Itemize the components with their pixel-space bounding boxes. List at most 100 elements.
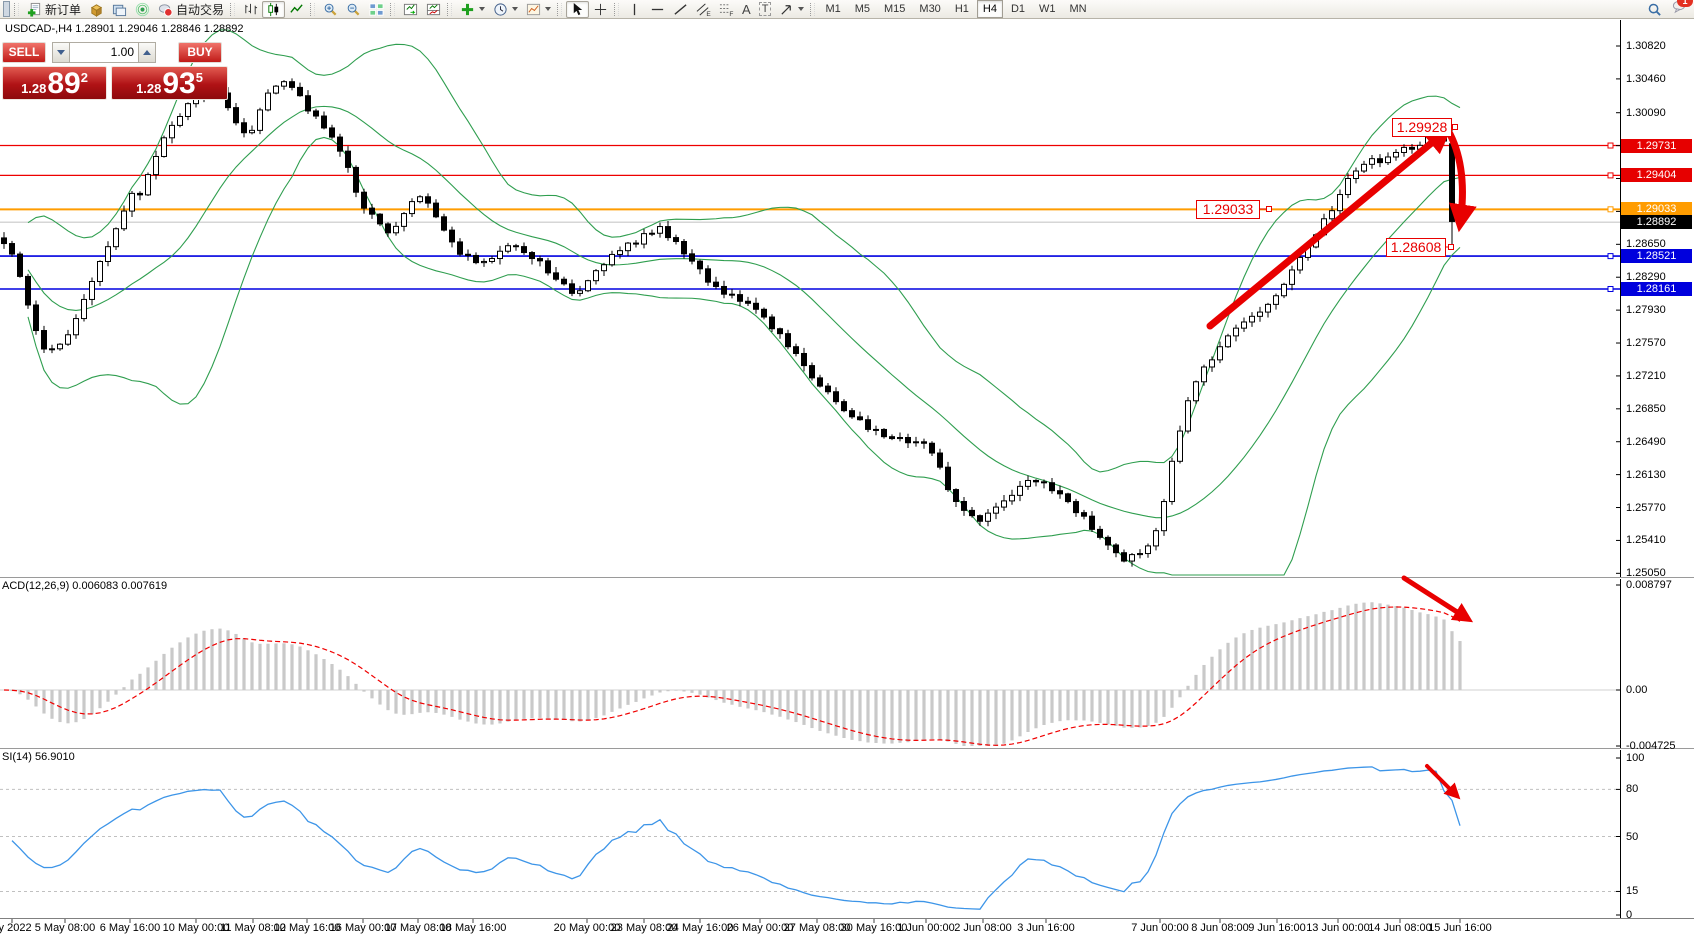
trendline-button[interactable] <box>669 1 692 18</box>
horizontal-price-lines <box>0 143 1620 291</box>
timeframe-mn[interactable]: MN <box>1064 0 1093 18</box>
text-icon: A <box>742 2 751 17</box>
clipped-icon <box>3 1 10 17</box>
autotrade-icon <box>158 2 173 17</box>
timeframe-m30[interactable]: M30 <box>913 0 946 18</box>
new-order-icon <box>27 2 42 17</box>
indicator-window-icon <box>403 2 418 17</box>
sell-price-sup: 2 <box>81 70 88 85</box>
candlestick-chart-button[interactable] <box>262 1 285 18</box>
rsi-line <box>12 767 1460 909</box>
volume-input[interactable]: 1.00 <box>70 42 138 63</box>
timeframe-h4[interactable]: H4 <box>977 0 1003 18</box>
toolbar-grip[interactable] <box>14 3 19 16</box>
toolbar-grip[interactable] <box>390 3 395 16</box>
chevron-down-icon <box>545 7 551 11</box>
timeframe-d1[interactable]: D1 <box>1005 0 1031 18</box>
chat-button[interactable]: 1 <box>1672 0 1687 19</box>
new-order-button[interactable]: 新订单 <box>23 1 85 18</box>
line-chart-button[interactable] <box>285 1 308 18</box>
toolbar-grip[interactable] <box>614 3 619 16</box>
signals-button[interactable] <box>131 1 154 18</box>
sell-price-big: 89 <box>47 71 80 96</box>
candles-layer <box>2 78 1463 566</box>
buy-button[interactable]: BUY <box>178 42 222 63</box>
chart-title: USDCAD-,H4 1.28901 1.29046 1.28846 1.288… <box>5 23 244 35</box>
cursor-button[interactable] <box>566 1 589 18</box>
zoom-out-button[interactable] <box>342 1 365 18</box>
trendline-icon <box>673 2 688 17</box>
timeframe-m5[interactable]: M5 <box>849 0 876 18</box>
new-order-label: 新订单 <box>45 1 81 18</box>
macd-signal-line <box>4 607 1460 745</box>
add-indicator-icon <box>460 2 475 17</box>
toolbar-grip[interactable] <box>557 3 562 16</box>
equidistant-channel-button[interactable]: E <box>692 1 715 18</box>
svg-text:E: E <box>706 11 711 17</box>
indicator-window-button[interactable] <box>399 1 422 18</box>
terminal-window: 新订单 自动交易 <box>0 0 1694 938</box>
volume-decrease-button[interactable] <box>52 42 70 63</box>
crosshair-button[interactable] <box>589 1 612 18</box>
timeframe-w1[interactable]: W1 <box>1033 0 1062 18</box>
fibonacci-button[interactable]: F <box>715 1 738 18</box>
fibonacci-icon: F <box>719 2 734 17</box>
timeframe-m1[interactable]: M1 <box>819 0 846 18</box>
horizontal-line-icon <box>650 2 665 17</box>
tile-windows-button[interactable] <box>365 1 388 18</box>
volume-increase-button[interactable] <box>138 42 156 63</box>
buy-price-panel[interactable]: 1.28 93 5 <box>111 66 228 100</box>
search-button[interactable] <box>1643 1 1666 18</box>
text-button[interactable]: A <box>738 1 755 18</box>
timeframe-m15[interactable]: M15 <box>878 0 911 18</box>
profile-button[interactable] <box>108 1 131 18</box>
sell-button[interactable]: SELL <box>2 42 46 63</box>
period-button[interactable] <box>489 1 522 18</box>
rsi-label: SI(14) 56.9010 <box>2 751 75 763</box>
annotation-arrows <box>1210 125 1468 797</box>
template-icon <box>526 2 541 17</box>
svg-text:F: F <box>729 11 733 17</box>
market-cube-icon <box>89 2 104 17</box>
macd-histogram <box>4 602 1460 746</box>
sell-price-panel[interactable]: 1.28 89 2 <box>2 66 107 100</box>
autotrade-button[interactable]: 自动交易 <box>154 1 228 18</box>
price-chart-canvas[interactable] <box>0 0 1694 938</box>
one-click-trading-widget: SELL 1.00 BUY 1.28 89 2 1.28 93 5 <box>2 42 228 100</box>
timeframe-h1[interactable]: H1 <box>949 0 975 18</box>
market-button[interactable] <box>85 1 108 18</box>
search-icon <box>1647 2 1662 17</box>
timeframe-toolbar: M1M5M15M30H1H4D1W1MN <box>819 0 1092 18</box>
shapes-button[interactable] <box>775 1 808 18</box>
bollinger-bands <box>28 30 1460 575</box>
equidistant-channel-icon: E <box>696 2 711 17</box>
cursor-icon <box>570 2 585 17</box>
candlestick-chart-icon <box>266 2 281 17</box>
chevron-down-icon <box>57 50 65 55</box>
profile-window-icon <box>112 2 127 17</box>
vertical-line-button[interactable] <box>623 1 646 18</box>
crosshair-icon <box>593 2 608 17</box>
chevron-up-icon <box>143 50 151 55</box>
horizontal-line-button[interactable] <box>646 1 669 18</box>
signal-icon <box>135 2 150 17</box>
zoom-in-icon <box>323 2 338 17</box>
autotrade-label: 自动交易 <box>176 1 224 18</box>
tile-windows-icon <box>369 2 384 17</box>
sell-price-small: 1.28 <box>21 81 46 96</box>
toolbar-grip[interactable] <box>230 3 235 16</box>
chevron-down-icon <box>479 7 485 11</box>
toolbar-grip[interactable] <box>447 3 452 16</box>
line-chart-icon <box>289 2 304 17</box>
indicator-subwindow-icon <box>426 2 441 17</box>
bar-chart-button[interactable] <box>239 1 262 18</box>
toolbar-grip[interactable] <box>310 3 315 16</box>
text-label-button[interactable]: T <box>755 1 776 18</box>
zoom-in-button[interactable] <box>319 1 342 18</box>
add-indicator-button[interactable] <box>456 1 489 18</box>
toolbar-grip[interactable] <box>810 3 815 16</box>
period-clock-icon <box>493 2 508 17</box>
template-button[interactable] <box>522 1 555 18</box>
chevron-down-icon <box>512 7 518 11</box>
indicator-subwindow-button[interactable] <box>422 1 445 18</box>
